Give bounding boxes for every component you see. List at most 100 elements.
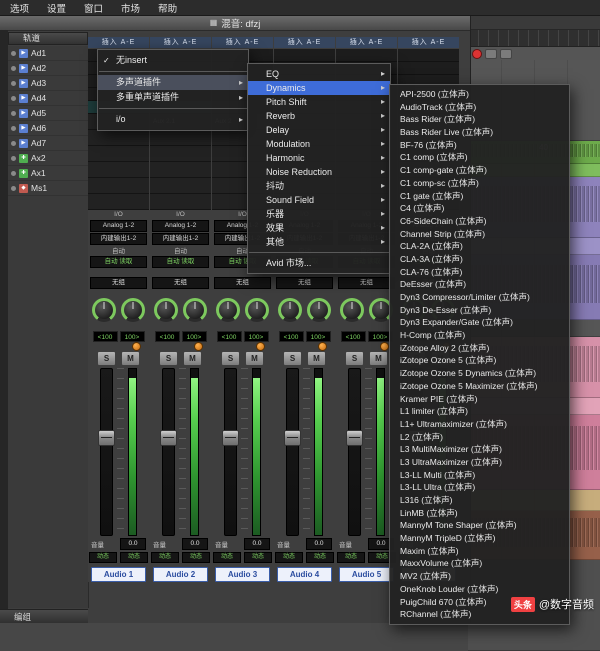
- track-show-dot[interactable]: [11, 111, 16, 116]
- menu-item[interactable]: 抖动 ▸: [248, 179, 390, 193]
- send-slot[interactable]: [88, 146, 149, 162]
- plugin-menu-item[interactable]: AudioTrack (立体声): [390, 101, 569, 114]
- insert-slot[interactable]: [398, 49, 459, 62]
- pan-knob-left[interactable]: [154, 298, 178, 322]
- record-icon[interactable]: [472, 49, 482, 59]
- group-selector[interactable]: 无组: [152, 277, 209, 289]
- plugin-menu-item[interactable]: iZotope Alloy 2 (立体声): [390, 342, 569, 355]
- send-slot[interactable]: [88, 162, 149, 178]
- menubar-item[interactable]: 选项: [10, 1, 29, 15]
- plugin-menu-item[interactable]: L2 (立体声): [390, 431, 569, 444]
- edit-tool-button[interactable]: [500, 49, 512, 59]
- group-selector[interactable]: 无组: [276, 277, 333, 289]
- dyn-left-button[interactable]: 动态: [213, 552, 241, 563]
- track-name[interactable]: Audio 5: [339, 567, 394, 582]
- menubar-item[interactable]: 市场: [121, 1, 140, 15]
- plugin-menu-item[interactable]: iZotope Ozone 5 Maximizer (立体声): [390, 380, 569, 393]
- track-list-item[interactable]: ▶ Ad1: [8, 46, 88, 61]
- record-enable-icon[interactable]: [318, 342, 327, 351]
- track-show-dot[interactable]: [11, 156, 16, 161]
- dyn-right-button[interactable]: 动态: [120, 552, 148, 563]
- fader-track[interactable]: [100, 368, 113, 536]
- pan-value-left[interactable]: <100: [93, 331, 118, 342]
- plugin-menu-item[interactable]: C4 (立体声): [390, 202, 569, 215]
- pan-knob-left[interactable]: [92, 298, 116, 322]
- record-enable-icon[interactable]: [256, 342, 265, 351]
- plugin-menu-item[interactable]: L3 UltraMaximizer (立体声): [390, 456, 569, 469]
- solo-button[interactable]: S: [345, 351, 364, 366]
- track-show-dot[interactable]: [11, 171, 16, 176]
- plugin-menu-item[interactable]: Dyn3 De-Esser (立体声): [390, 304, 569, 317]
- track-list-item[interactable]: ▶ Ad3: [8, 76, 88, 91]
- insert-slot[interactable]: [336, 49, 397, 62]
- fader-track[interactable]: [162, 368, 175, 536]
- fader-handle[interactable]: [160, 430, 177, 446]
- menu-item[interactable]: Avid 市场...: [248, 256, 390, 270]
- menu-item[interactable]: i/o ▸: [98, 112, 248, 127]
- groups-panel-header[interactable]: 编组: [0, 609, 88, 623]
- plugin-menu-item[interactable]: CLA-3A (立体声): [390, 253, 569, 266]
- track-name[interactable]: Audio 3: [215, 567, 270, 582]
- pan-knob-right[interactable]: [245, 298, 269, 322]
- track-list-header[interactable]: 轨道: [8, 32, 88, 45]
- menu-item[interactable]: Harmonic ▸: [248, 151, 390, 165]
- plugin-menu-item[interactable]: MV2 (立体声): [390, 570, 569, 583]
- pan-knob-right[interactable]: [183, 298, 207, 322]
- menu-item[interactable]: 多声道插件 ▸: [98, 75, 248, 90]
- plugin-menu-item[interactable]: C6-SideChain (立体声): [390, 215, 569, 228]
- plugin-menu-item[interactable]: C1 comp-sc (立体声): [390, 177, 569, 190]
- track-list-item[interactable]: ▶ Ad6: [8, 121, 88, 136]
- plugin-menu-item[interactable]: Dyn3 Compressor/Limiter (立体声): [390, 291, 569, 304]
- menu-item[interactable]: EQ ▸: [248, 67, 390, 81]
- fader-track[interactable]: [286, 368, 299, 536]
- menubar-item[interactable]: 设置: [47, 1, 66, 15]
- mute-button[interactable]: M: [183, 351, 202, 366]
- plugin-menu-item[interactable]: Bass Rider Live (立体声): [390, 126, 569, 139]
- pan-knob-left[interactable]: [278, 298, 302, 322]
- plugin-menu-item[interactable]: Bass Rider (立体声): [390, 113, 569, 126]
- plugin-menu-item[interactable]: MaxxVolume (立体声): [390, 557, 569, 570]
- plugin-menu-item[interactable]: Channel Strip (立体声): [390, 228, 569, 241]
- fader-handle[interactable]: [222, 430, 239, 446]
- plugin-menu-item[interactable]: C1 comp-gate (立体声): [390, 164, 569, 177]
- input-selector[interactable]: Analog 1-2: [90, 220, 147, 232]
- plugin-menu-item[interactable]: L3 MultiMaximizer (立体声): [390, 443, 569, 456]
- dyn-right-button[interactable]: 动态: [182, 552, 210, 563]
- dyn-left-button[interactable]: 动态: [151, 552, 179, 563]
- track-list-item[interactable]: ◆ Ms1: [8, 181, 88, 196]
- dyn-left-button[interactable]: 动态: [275, 552, 303, 563]
- track-name[interactable]: Audio 4: [277, 567, 332, 582]
- solo-button[interactable]: S: [159, 351, 178, 366]
- track-list-item[interactable]: ✚ Ax1: [8, 166, 88, 181]
- track-show-dot[interactable]: [11, 51, 16, 56]
- plugin-menu-item[interactable]: CLA-2A (立体声): [390, 240, 569, 253]
- track-list-item[interactable]: ▶ Ad4: [8, 91, 88, 106]
- menu-item[interactable]: Pitch Shift ▸: [248, 95, 390, 109]
- menu-item[interactable]: 效果 ▸: [248, 221, 390, 235]
- send-slot[interactable]: [150, 178, 211, 194]
- mute-button[interactable]: M: [307, 351, 326, 366]
- menu-item[interactable]: ✓ 无insert: [98, 53, 248, 68]
- track-list-item[interactable]: ▶ Ad5: [8, 106, 88, 121]
- menubar-item[interactable]: 帮助: [158, 1, 177, 15]
- plugin-menu-item[interactable]: L3-LL Multi (立体声): [390, 469, 569, 482]
- dyn-right-button[interactable]: 动态: [244, 552, 272, 563]
- menu-item[interactable]: 多重单声道插件 ▸: [98, 90, 248, 105]
- pan-value-right[interactable]: 100>: [182, 331, 207, 342]
- volume-value[interactable]: 0.0: [306, 538, 332, 550]
- plugin-menu-item[interactable]: Kramer PIE (立体声): [390, 393, 569, 406]
- send-slot[interactable]: [150, 146, 211, 162]
- menu-item[interactable]: 其他 ▸: [248, 235, 390, 249]
- menu-item[interactable]: Dynamics ▸: [248, 81, 390, 95]
- menu-item[interactable]: Delay ▸: [248, 123, 390, 137]
- pan-value-left[interactable]: <100: [341, 331, 366, 342]
- record-enable-icon[interactable]: [380, 342, 389, 351]
- track-show-dot[interactable]: [11, 96, 16, 101]
- plugin-menu-item[interactable]: H-Comp (立体声): [390, 329, 569, 342]
- pan-value-left[interactable]: <100: [155, 331, 180, 342]
- menu-item[interactable]: Modulation ▸: [248, 137, 390, 151]
- send-slot[interactable]: [88, 130, 149, 146]
- menu-item[interactable]: Reverb ▸: [248, 109, 390, 123]
- track-show-dot[interactable]: [11, 66, 16, 71]
- menu-item[interactable]: Noise Reduction ▸: [248, 165, 390, 179]
